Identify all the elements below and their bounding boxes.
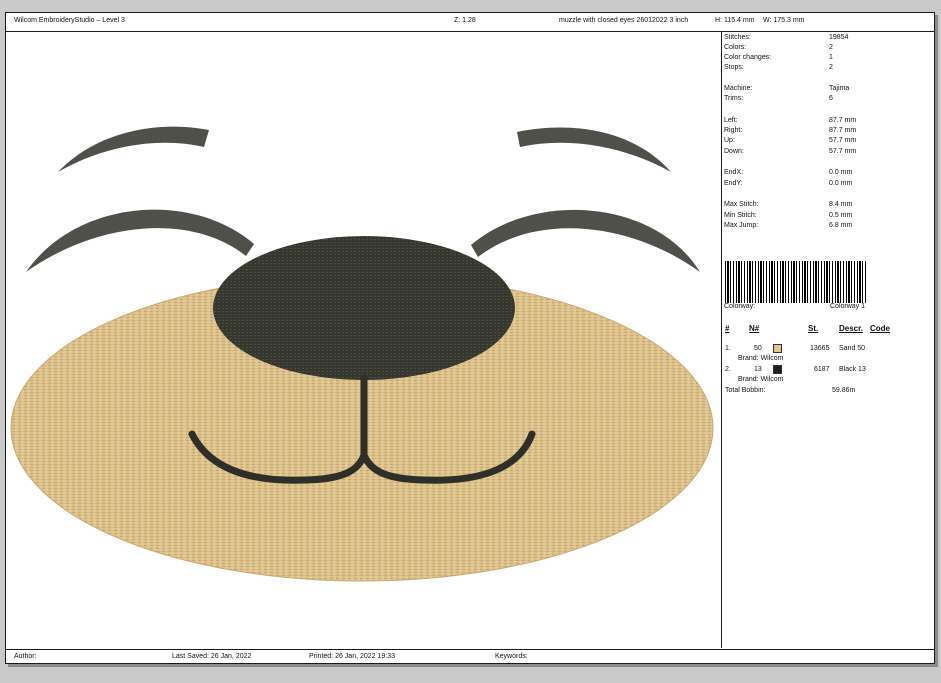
colorway-label: Colorway: (724, 303, 756, 310)
right-upper-eyebrow (517, 127, 671, 172)
machine-value: Tajima (829, 85, 850, 92)
col-header-description: Descr. (839, 324, 864, 333)
embroidery-design (10, 126, 714, 582)
endx-label: EndX: (724, 169, 744, 176)
left-value: 87.7 mm (829, 117, 857, 124)
colors-label: Colors: (724, 44, 747, 51)
machine-label: Machine: (724, 85, 753, 92)
trims-label: Trims: (724, 95, 744, 102)
colors-value: 2 (829, 44, 833, 51)
total-bobbin-value: 59.86m (832, 387, 856, 394)
col-header-stitches: St. (808, 324, 819, 333)
endx-value: 0.0 mm (829, 169, 853, 176)
left-label: Left: (724, 117, 738, 124)
left-upper-eyebrow (58, 126, 209, 172)
col-header-index: # (725, 324, 730, 333)
color-row-1-index: 1. (725, 345, 731, 352)
footer-bar: Author: Last Saved: 26 Jan, 2022 Printed… (6, 649, 934, 664)
color-row-1-swatch (773, 344, 782, 353)
color-row-1-description: Sand 50 (839, 345, 866, 352)
design-info-panel: Stitches: 19854 Colors: 2 Color changes:… (722, 32, 934, 648)
color-changes-label: Color changes: (724, 54, 772, 61)
stitches-value: 19854 (829, 34, 849, 41)
stitches-label: Stitches: (724, 34, 751, 41)
nose-shape (213, 236, 515, 380)
down-value: 57.7 mm (829, 148, 857, 155)
max-jump-value: 6.8 mm (829, 222, 853, 229)
left-closed-eye (26, 209, 254, 272)
min-stitch-label: Min Stitch: (724, 212, 757, 219)
design-preview[interactable] (6, 32, 722, 648)
col-header-number: N# (749, 324, 760, 333)
down-label: Down: (724, 148, 744, 155)
color-row-1-stitches: 13665 (810, 345, 830, 352)
right-label: Right: (724, 127, 743, 134)
right-closed-eye (471, 209, 700, 272)
up-label: Up: (724, 137, 735, 144)
right-value: 87.7 mm (829, 127, 857, 134)
design-height: H: 115.4 mm (715, 17, 755, 24)
author-label: Author: (14, 653, 37, 660)
stops-value: 2 (829, 64, 833, 71)
color-row-2-swatch (773, 365, 782, 374)
colorway-value: Colorway 1 (830, 303, 866, 310)
endy-label: EndY: (724, 180, 743, 187)
color-row-2-description: Black 13 (839, 366, 866, 373)
zoom-level: Z: 1.28 (454, 17, 476, 24)
keywords-label: Keywords: (495, 653, 528, 660)
max-jump-label: Max Jump: (724, 222, 759, 229)
endy-value: 0.0 mm (829, 180, 853, 187)
color-row-1-number: 50 (754, 345, 762, 352)
last-saved: Last Saved: 26 Jan, 2022 (172, 653, 252, 660)
max-stitch-value: 8.4 mm (829, 201, 853, 208)
up-value: 57.7 mm (829, 137, 857, 144)
trims-value: 6 (829, 95, 833, 102)
color-row-2-stitches: 6187 (814, 366, 830, 373)
color-row-2-brand: Brand: Wilcom (738, 376, 784, 383)
print-preview-sheet: Wilcom EmbroideryStudio – Level 3 Z: 1.2… (5, 12, 935, 664)
stops-label: Stops: (724, 64, 744, 71)
design-name: muzzle with closed eyes 26012022 3 inch (559, 17, 689, 24)
barcode (725, 261, 868, 303)
col-header-code: Code (870, 324, 890, 333)
design-width: W: 175.3 mm (763, 17, 805, 24)
total-bobbin-label: Total Bobbin: (725, 387, 766, 394)
header-bar: Wilcom EmbroideryStudio – Level 3 Z: 1.2… (6, 13, 934, 32)
color-row-2-index: 2. (725, 366, 731, 373)
color-row-1-brand: Brand: Wilcom (738, 355, 784, 362)
printed-date: Printed: 26 Jan, 2022 19:33 (309, 653, 396, 660)
app-title: Wilcom EmbroideryStudio – Level 3 (14, 17, 125, 24)
min-stitch-value: 0.5 mm (829, 212, 853, 219)
color-row-2-number: 13 (754, 366, 762, 373)
max-stitch-label: Max Stitch: (724, 201, 759, 208)
color-changes-value: 1 (829, 54, 833, 61)
